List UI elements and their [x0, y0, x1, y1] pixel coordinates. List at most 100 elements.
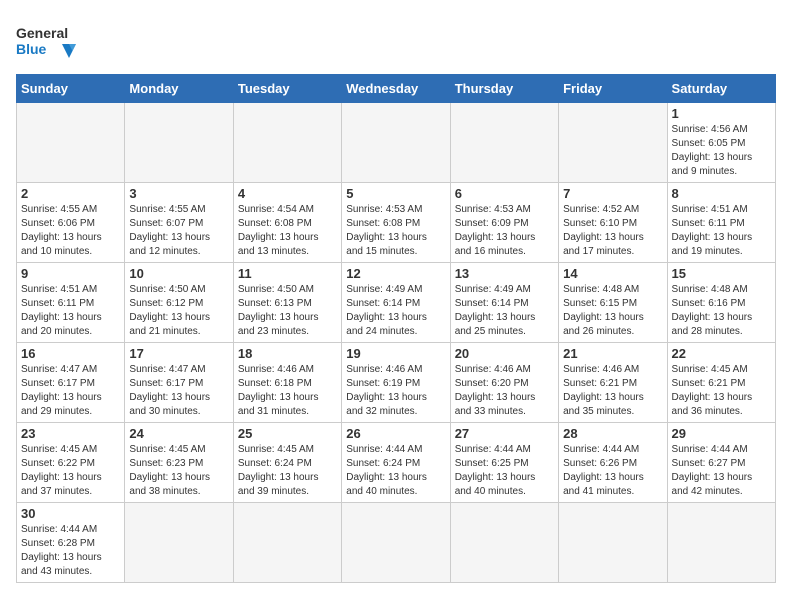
calendar-cell: [342, 503, 450, 583]
day-number: 4: [238, 186, 337, 201]
calendar-cell: 19Sunrise: 4:46 AM Sunset: 6:19 PM Dayli…: [342, 343, 450, 423]
calendar-week-row: 23 Sunrise: 4:45 AM Sunset: 6:22 PM Dayli…: [17, 423, 776, 503]
calendar-cell: [233, 103, 341, 183]
day-number: 16: [21, 346, 120, 361]
calendar-week-row: 30 Sunrise: 4:44 AM Sunset: 6:28 PM Dayli…: [17, 503, 776, 583]
calendar-cell: 9 Sunrise: 4:51 AM Sunset: 6:11 PM Daylig…: [17, 263, 125, 343]
day-info: Sunrise: 4:45 AM Sunset: 6:23 PM Dayligh…: [129, 443, 228, 499]
day-info: Sunrise: 4:49 AM Sunset: 6:14 PM Dayligh…: [455, 283, 554, 339]
calendar-cell: 14 Sunrise: 4:48 AM Sunset: 6:15 PM Dayli…: [559, 263, 667, 343]
calendar-cell: [450, 503, 558, 583]
day-number: 19: [346, 346, 445, 361]
svg-text:Blue: Blue: [16, 41, 47, 57]
day-info: Sunrise: 4:44 AM Sunset: 6:27 PM Dayligh…: [672, 443, 771, 499]
calendar-cell: 26 Sunrise: 4:44 AM Sunset: 6:24 PM Dayli…: [342, 423, 450, 503]
calendar-cell: 24 Sunrise: 4:45 AM Sunset: 6:23 PM Dayli…: [125, 423, 233, 503]
calendar-cell: 27Sunrise: 4:44 AM Sunset: 6:25 PM Dayli…: [450, 423, 558, 503]
day-info: Sunrise: 4:53 AM Sunset: 6:08 PM Dayligh…: [346, 203, 445, 259]
day-header-friday: Friday: [559, 75, 667, 103]
day-number: 17: [129, 346, 228, 361]
calendar-cell: 18Sunrise: 4:46 AM Sunset: 6:18 PM Dayli…: [233, 343, 341, 423]
calendar-cell: [667, 503, 775, 583]
calendar-cell: 8 Sunrise: 4:51 AM Sunset: 6:11 PM Daylig…: [667, 183, 775, 263]
day-number: 30: [21, 506, 120, 521]
calendar-cell: 13 Sunrise: 4:49 AM Sunset: 6:14 PM Dayli…: [450, 263, 558, 343]
page-header: General Blue: [16, 16, 776, 66]
day-info: Sunrise: 4:44 AM Sunset: 6:26 PM Dayligh…: [563, 443, 662, 499]
logo: General Blue: [16, 16, 86, 66]
day-number: 5: [346, 186, 445, 201]
calendar-cell: 15 Sunrise: 4:48 AM Sunset: 6:16 PM Dayli…: [667, 263, 775, 343]
day-info: Sunrise: 4:56 AM Sunset: 6:05 PM Dayligh…: [672, 123, 771, 179]
day-info: Sunrise: 4:47 AM Sunset: 6:17 PM Dayligh…: [21, 363, 120, 419]
day-number: 7: [563, 186, 662, 201]
day-info: Sunrise: 4:44 AM Sunset: 6:24 PM Dayligh…: [346, 443, 445, 499]
day-number: 13: [455, 266, 554, 281]
calendar-cell: 5 Sunrise: 4:53 AM Sunset: 6:08 PM Daylig…: [342, 183, 450, 263]
calendar-cell: 7 Sunrise: 4:52 AM Sunset: 6:10 PM Daylig…: [559, 183, 667, 263]
day-number: 1: [672, 106, 771, 121]
day-info: Sunrise: 4:45 AM Sunset: 6:22 PM Dayligh…: [21, 443, 120, 499]
day-info: Sunrise: 4:44 AM Sunset: 6:25 PM Dayligh…: [455, 443, 554, 499]
svg-text:General: General: [16, 25, 68, 41]
day-header-monday: Monday: [125, 75, 233, 103]
day-number: 24: [129, 426, 228, 441]
day-number: 6: [455, 186, 554, 201]
calendar-cell: 16 Sunrise: 4:47 AM Sunset: 6:17 PM Dayli…: [17, 343, 125, 423]
day-number: 25: [238, 426, 337, 441]
day-number: 2: [21, 186, 120, 201]
day-info: Sunrise: 4:55 AM Sunset: 6:07 PM Dayligh…: [129, 203, 228, 259]
day-number: 9: [21, 266, 120, 281]
day-number: 15: [672, 266, 771, 281]
calendar-table: SundayMondayTuesdayWednesdayThursdayFrid…: [16, 74, 776, 583]
calendar-cell: 6 Sunrise: 4:53 AM Sunset: 6:09 PM Daylig…: [450, 183, 558, 263]
day-info: Sunrise: 4:48 AM Sunset: 6:16 PM Dayligh…: [672, 283, 771, 339]
day-header-thursday: Thursday: [450, 75, 558, 103]
calendar-week-row: 9 Sunrise: 4:51 AM Sunset: 6:11 PM Daylig…: [17, 263, 776, 343]
day-info: Sunrise: 4:48 AM Sunset: 6:15 PM Dayligh…: [563, 283, 662, 339]
calendar-cell: [342, 103, 450, 183]
day-info: Sunrise: 4:44 AM Sunset: 6:28 PM Dayligh…: [21, 523, 120, 579]
calendar-cell: 22 Sunrise: 4:45 AM Sunset: 6:21 PM Dayli…: [667, 343, 775, 423]
day-number: 26: [346, 426, 445, 441]
calendar-cell: [559, 503, 667, 583]
day-header-tuesday: Tuesday: [233, 75, 341, 103]
calendar-header-row: SundayMondayTuesdayWednesdayThursdayFrid…: [17, 75, 776, 103]
logo-image: General Blue: [16, 16, 86, 66]
day-info: Sunrise: 4:46 AM Sunset: 6:21 PM Dayligh…: [563, 363, 662, 419]
day-info: Sunrise: 4:53 AM Sunset: 6:09 PM Dayligh…: [455, 203, 554, 259]
day-info: Sunrise: 4:51 AM Sunset: 6:11 PM Dayligh…: [672, 203, 771, 259]
calendar-cell: 10Sunrise: 4:50 AM Sunset: 6:12 PM Dayli…: [125, 263, 233, 343]
calendar-cell: 28Sunrise: 4:44 AM Sunset: 6:26 PM Dayli…: [559, 423, 667, 503]
day-header-wednesday: Wednesday: [342, 75, 450, 103]
calendar-cell: [17, 103, 125, 183]
day-info: Sunrise: 4:46 AM Sunset: 6:20 PM Dayligh…: [455, 363, 554, 419]
day-info: Sunrise: 4:51 AM Sunset: 6:11 PM Dayligh…: [21, 283, 120, 339]
day-info: Sunrise: 4:45 AM Sunset: 6:21 PM Dayligh…: [672, 363, 771, 419]
calendar-cell: [559, 103, 667, 183]
calendar-cell: 29Sunrise: 4:44 AM Sunset: 6:27 PM Dayli…: [667, 423, 775, 503]
day-info: Sunrise: 4:50 AM Sunset: 6:12 PM Dayligh…: [129, 283, 228, 339]
day-number: 8: [672, 186, 771, 201]
calendar-week-row: 1 Sunrise: 4:56 AM Sunset: 6:05 PM Daylig…: [17, 103, 776, 183]
day-info: Sunrise: 4:52 AM Sunset: 6:10 PM Dayligh…: [563, 203, 662, 259]
day-number: 21: [563, 346, 662, 361]
calendar-cell: 21 Sunrise: 4:46 AM Sunset: 6:21 PM Dayli…: [559, 343, 667, 423]
calendar-cell: 12Sunrise: 4:49 AM Sunset: 6:14 PM Dayli…: [342, 263, 450, 343]
day-number: 22: [672, 346, 771, 361]
day-header-sunday: Sunday: [17, 75, 125, 103]
day-info: Sunrise: 4:47 AM Sunset: 6:17 PM Dayligh…: [129, 363, 228, 419]
calendar-cell: 2 Sunrise: 4:55 AM Sunset: 6:06 PM Daylig…: [17, 183, 125, 263]
day-info: Sunrise: 4:50 AM Sunset: 6:13 PM Dayligh…: [238, 283, 337, 339]
calendar-week-row: 2 Sunrise: 4:55 AM Sunset: 6:06 PM Daylig…: [17, 183, 776, 263]
calendar-cell: 23 Sunrise: 4:45 AM Sunset: 6:22 PM Dayli…: [17, 423, 125, 503]
day-info: Sunrise: 4:55 AM Sunset: 6:06 PM Dayligh…: [21, 203, 120, 259]
day-number: 23: [21, 426, 120, 441]
day-number: 12: [346, 266, 445, 281]
day-number: 14: [563, 266, 662, 281]
calendar-cell: 30 Sunrise: 4:44 AM Sunset: 6:28 PM Dayli…: [17, 503, 125, 583]
calendar-cell: 25Sunrise: 4:45 AM Sunset: 6:24 PM Dayli…: [233, 423, 341, 503]
calendar-cell: 17 Sunrise: 4:47 AM Sunset: 6:17 PM Dayli…: [125, 343, 233, 423]
day-number: 11: [238, 266, 337, 281]
calendar-cell: [450, 103, 558, 183]
